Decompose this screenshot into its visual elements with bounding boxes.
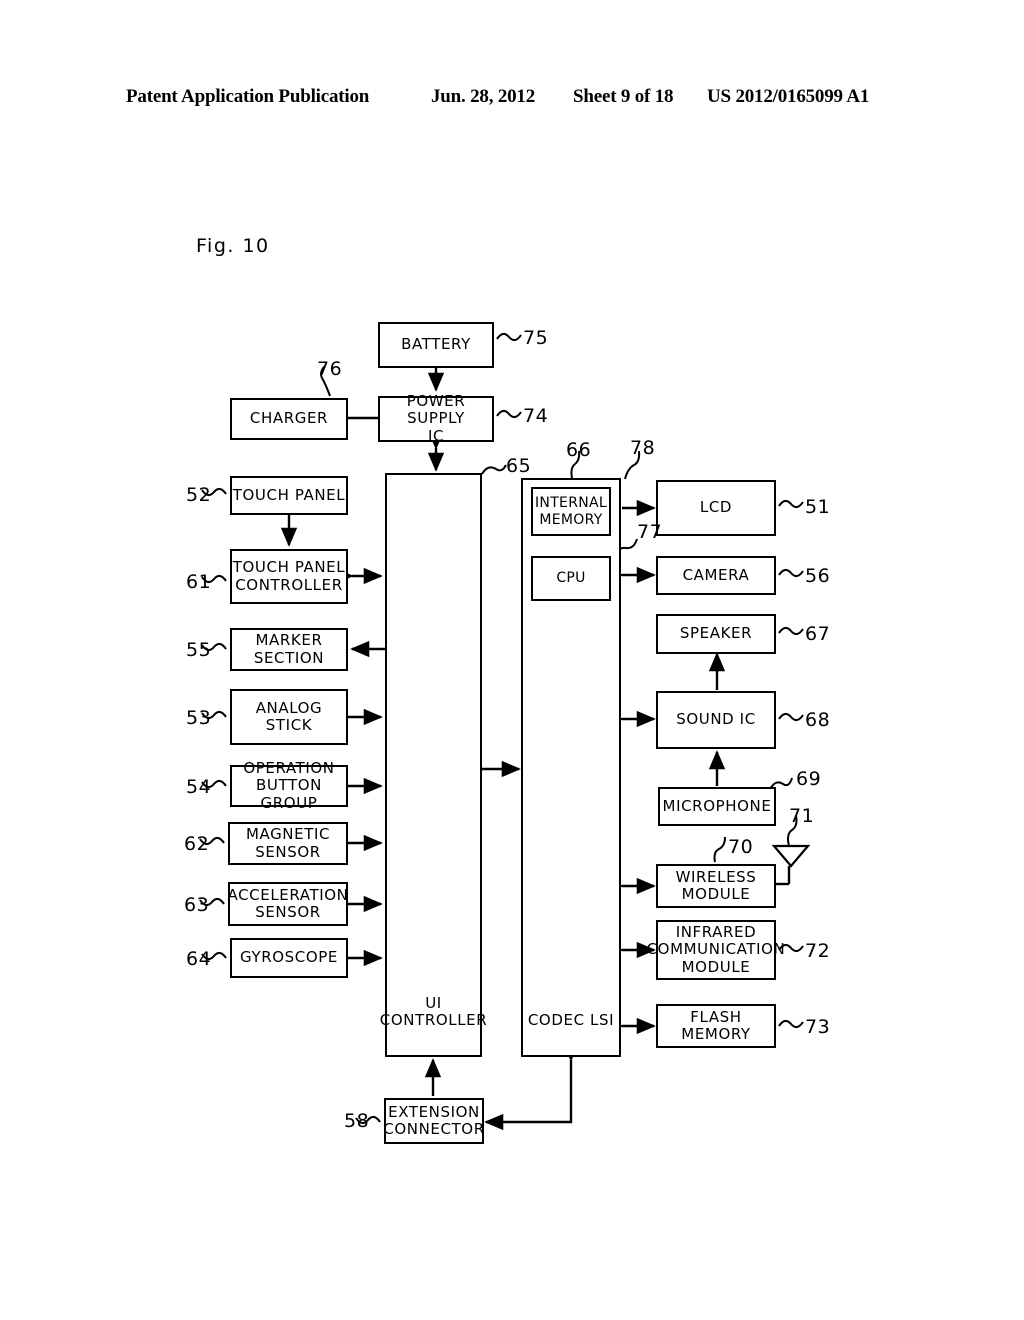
ref-lcd: 51 (805, 496, 831, 518)
block-speaker[interactable]: SPEAKER (656, 614, 776, 654)
ref-magnetic-sensor: 62 (184, 833, 210, 855)
block-camera[interactable]: CAMERA (656, 556, 776, 595)
block-flash-memory[interactable]: FLASH MEMORY (656, 1004, 776, 1048)
block-magnetic-sensor[interactable]: MAGNETIC SENSOR (228, 822, 348, 865)
ref-antenna: 71 (789, 805, 815, 827)
ref-wireless-module: 70 (728, 836, 754, 858)
ref-operation-button-group: 54 (186, 776, 212, 798)
ref-gyroscope: 64 (186, 948, 212, 970)
block-power-supply-ic[interactable]: POWER SUPPLY IC (378, 393, 494, 444)
ref-touch-panel-controller: 61 (186, 571, 212, 593)
block-infrared-communication-module[interactable]: INFRARED COMMUNICATION MODULE (647, 920, 785, 980)
block-microphone[interactable]: MICROPHONE (658, 787, 776, 826)
block-ui-controller[interactable]: UI CONTROLLER (380, 473, 487, 1057)
ref-microphone: 69 (796, 768, 822, 790)
ref-charger: 76 (317, 358, 343, 380)
ref-cpu: 77 (637, 521, 663, 543)
block-sound-ic[interactable]: SOUND IC (656, 691, 776, 749)
ref-flash-memory: 73 (805, 1016, 831, 1038)
ref-sound-ic: 68 (805, 709, 831, 731)
ref-battery: 75 (523, 327, 549, 349)
ref-extension-connector: 58 (344, 1110, 370, 1132)
ref-power-supply-ic: 74 (523, 405, 549, 427)
block-charger[interactable]: CHARGER (230, 398, 348, 440)
antenna-icon (771, 844, 811, 868)
ref-ui-controller: 65 (506, 455, 532, 477)
ref-camera: 56 (805, 565, 831, 587)
block-diagram: BATTERY 75 CHARGER 76 POWER SUPPLY IC 74… (0, 0, 1024, 1320)
ref-analog-stick: 53 (186, 707, 212, 729)
ref-touch-panel: 52 (186, 484, 212, 506)
block-lcd[interactable]: LCD (656, 480, 776, 536)
block-battery[interactable]: BATTERY (378, 322, 494, 368)
ref-marker-section: 55 (186, 639, 212, 661)
ref-speaker: 67 (805, 623, 831, 645)
ref-codec-lsi: 66 (566, 439, 592, 461)
diagram-connectors (199, 333, 804, 1131)
block-analog-stick[interactable]: ANALOG STICK (230, 689, 348, 745)
block-marker-section[interactable]: MARKER SECTION (230, 628, 348, 671)
ref-infrared-communication-module: 72 (805, 940, 831, 962)
block-gyroscope[interactable]: GYROSCOPE (230, 938, 348, 978)
ref-acceleration-sensor: 63 (184, 894, 210, 916)
block-extension-connector[interactable]: EXTENSION CONNECTOR (383, 1098, 484, 1144)
block-wireless-module[interactable]: WIRELESS MODULE (656, 864, 776, 908)
block-touch-panel-controller[interactable]: TOUCH PANEL CONTROLLER (230, 549, 348, 604)
block-operation-button-group[interactable]: OPERATION BUTTON GROUP (230, 760, 348, 811)
ref-internal-memory: 78 (630, 437, 656, 459)
block-touch-panel[interactable]: TOUCH PANEL (230, 476, 348, 515)
block-cpu[interactable]: CPU (531, 556, 611, 601)
block-internal-memory[interactable]: INTERNAL MEMORY (531, 487, 611, 536)
block-acceleration-sensor[interactable]: ACCELERATION SENSOR (228, 882, 348, 926)
